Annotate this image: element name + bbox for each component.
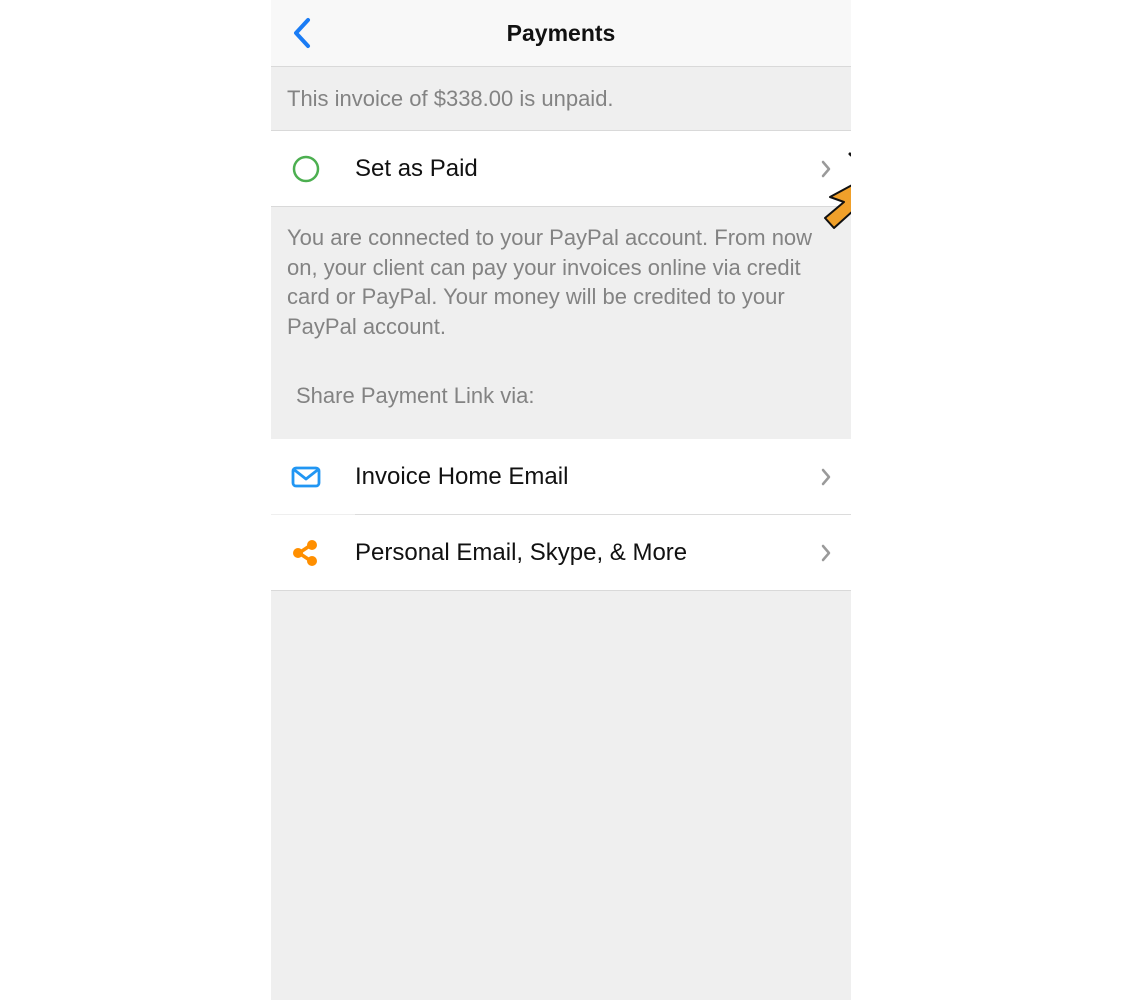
set-as-paid-label: Set as Paid [355,154,478,182]
chevron-left-icon [294,18,310,48]
share-icon [293,539,317,566]
invoice-status-message: This invoice of $338.00 is unpaid. [271,67,851,131]
share-item-personal-email-skype[interactable]: Personal Email, Skype, & More [271,515,851,590]
share-item-invoice-home-email[interactable]: Invoice Home Email [271,439,851,514]
share-section-header: Share Payment Link via: [296,383,535,408]
navigation-bar: Payments [271,0,851,67]
share-item-label: Invoice Home Email [355,462,569,490]
paypal-info-text: You are connected to your PayPal account… [287,225,813,339]
mail-icon [291,466,321,487]
phone-screen: Payments This invoice of $338.00 is unpa… [271,0,851,1000]
circle-outline-icon [292,155,320,182]
share-item-label: Personal Email, Skype, & More [355,538,688,566]
page-title: Payments [506,19,616,46]
set-as-paid-row[interactable]: Set as Paid [271,131,851,206]
back-button[interactable] [285,14,319,52]
chevron-right-icon [821,544,831,561]
chevron-right-icon [821,468,831,485]
chevron-right-icon [821,160,831,177]
